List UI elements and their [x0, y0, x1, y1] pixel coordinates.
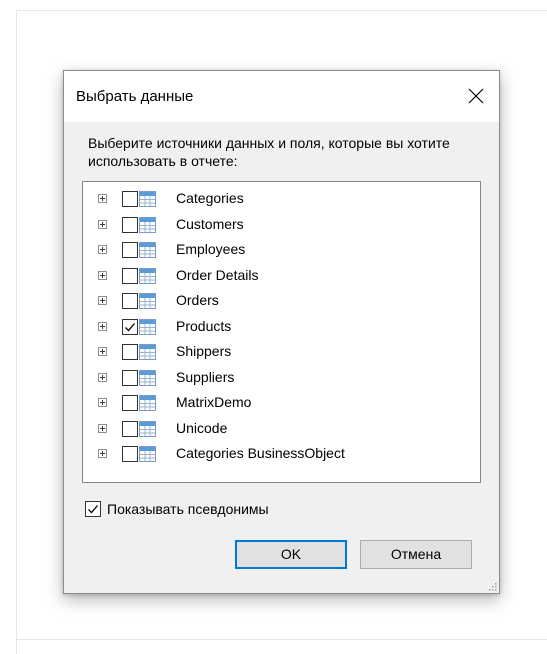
tree-item-label: Products [176, 317, 232, 334]
expand-icon[interactable] [98, 372, 107, 382]
close-icon [468, 88, 484, 104]
expand-icon[interactable] [98, 398, 107, 407]
expand-icon[interactable] [98, 296, 107, 305]
ok-button[interactable]: OK [235, 540, 347, 569]
tree-item-checkbox[interactable] [122, 191, 138, 207]
dialog-prompt: Выберите источники данных и поля, которы… [88, 135, 450, 169]
tree-item[interactable]: Shippers [83, 340, 480, 365]
tree-item-label: Orders [176, 292, 219, 308]
tree-item-checkbox[interactable] [122, 216, 138, 233]
table-icon [139, 420, 156, 437]
page-border-left [16, 10, 17, 654]
tree-item[interactable]: Unicode [83, 417, 480, 442]
tree-item-checkbox[interactable] [122, 267, 138, 284]
tree-item-label: Categories BusinessObject [176, 445, 345, 461]
tree-item[interactable]: Products [83, 315, 480, 340]
tree-item-label: MatrixDemo [176, 394, 252, 410]
table-icon [139, 216, 156, 233]
table-icon [139, 267, 156, 284]
show-aliases-label: Показывать псевдонимы [107, 501, 269, 517]
dialog-titlebar: Выбрать данные [64, 71, 499, 122]
table-icon [139, 369, 156, 386]
tree-item-checkbox[interactable] [122, 395, 138, 411]
tree-item-checkbox[interactable] [122, 344, 138, 360]
tree-item-label: Employees [176, 241, 246, 257]
checkmark-icon [88, 505, 98, 514]
tree-item-label: Suppliers [176, 368, 235, 385]
tree-item-checkbox[interactable] [122, 293, 138, 309]
tree-item[interactable]: Customers [83, 213, 480, 238]
page-border-top [16, 10, 547, 11]
select-data-dialog: Выбрать данные Выберите источники данных… [63, 70, 500, 594]
tree-item-label: Unicode [176, 419, 228, 436]
tree-item-label: Shippers [176, 343, 232, 359]
tree-item[interactable]: Categories BusinessObject [83, 442, 480, 467]
table-icon [139, 318, 156, 335]
show-aliases-checkbox[interactable] [85, 501, 101, 517]
tree-item-checkbox[interactable] [122, 242, 138, 258]
tree-item-checkbox[interactable] [122, 369, 138, 386]
expand-icon[interactable] [98, 321, 107, 331]
tree-item-label: Categories [176, 190, 244, 206]
tree-item[interactable]: Employees [83, 238, 480, 263]
table-icon [139, 395, 156, 411]
tree-item[interactable]: Suppliers [83, 366, 480, 391]
show-aliases-option[interactable]: Показывать псевдонимы [85, 500, 385, 520]
expand-icon[interactable] [98, 194, 107, 203]
tree-item[interactable]: Categories [83, 187, 480, 212]
tree-item-checkbox[interactable] [122, 420, 138, 437]
expand-icon[interactable] [98, 449, 107, 458]
expand-icon[interactable] [98, 270, 107, 280]
table-icon [139, 446, 156, 462]
expand-icon[interactable] [98, 347, 107, 356]
tree-item[interactable]: Order Details [83, 264, 480, 289]
expand-icon[interactable] [98, 423, 107, 433]
tree-item-checkbox[interactable] [122, 446, 138, 462]
dialog-title: Выбрать данные [76, 88, 194, 105]
table-icon [139, 242, 156, 258]
resize-grip-icon[interactable] [487, 581, 497, 591]
page-border-bottom [16, 639, 547, 640]
expand-icon[interactable] [98, 245, 107, 254]
cancel-button[interactable]: Отмена [360, 540, 472, 569]
tree-item-checkbox[interactable] [122, 318, 138, 335]
tree-item[interactable]: MatrixDemo [83, 391, 480, 416]
expand-icon[interactable] [98, 219, 107, 229]
tree-item[interactable]: Orders [83, 289, 480, 314]
data-source-tree[interactable]: Categories Customers Employees Order Detail… [82, 181, 481, 483]
table-icon [139, 191, 156, 207]
close-button[interactable] [453, 71, 499, 122]
tree-item-label: Order Details [176, 266, 259, 283]
table-icon [139, 344, 156, 360]
checkmark-icon [125, 322, 135, 331]
table-icon [139, 293, 156, 309]
tree-item-label: Customers [176, 215, 244, 232]
